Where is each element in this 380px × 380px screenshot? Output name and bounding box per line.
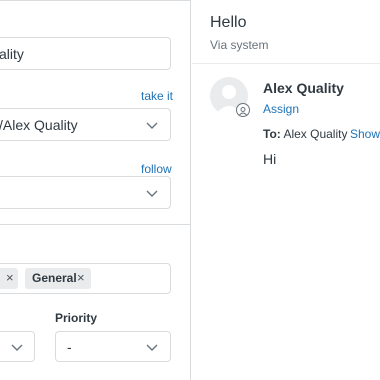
assignee-value: /Alex Quality — [0, 117, 78, 133]
conversation-divider — [192, 63, 380, 64]
requester-value: ality — [0, 46, 24, 62]
take-it-link[interactable]: take it — [141, 89, 173, 103]
requester-field[interactable]: ality — [0, 37, 171, 70]
followers-select[interactable] — [0, 176, 171, 209]
recipient-line: To: Alex Quality — [263, 127, 347, 141]
follow-link[interactable]: follow — [141, 162, 172, 176]
show-recipients-link[interactable]: Show — [350, 127, 380, 141]
comment-author[interactable]: Alex Quality — [263, 80, 344, 96]
ticket-properties-panel: ality take it /Alex Quality follow × Gen… — [0, 0, 191, 380]
assignee-select[interactable]: /Alex Quality — [0, 108, 171, 141]
chevron-down-icon — [10, 340, 24, 354]
to-label: To: — [263, 127, 281, 141]
priority-value: - — [67, 339, 72, 355]
top-divider — [0, 0, 190, 1]
assign-link[interactable]: Assign — [263, 102, 299, 116]
ticket-subject: Hello — [210, 14, 247, 31]
agent-badge-icon — [236, 103, 250, 117]
chevron-down-icon — [145, 340, 159, 354]
type-select[interactable] — [0, 331, 35, 362]
close-icon[interactable]: × — [77, 270, 85, 285]
chevron-down-icon — [145, 118, 159, 132]
priority-label: Priority — [55, 311, 98, 325]
section-divider — [0, 224, 190, 225]
tag-chip-general: General × — [25, 268, 91, 289]
close-icon[interactable]: × — [6, 270, 14, 285]
comment-body: Hi — [263, 151, 277, 167]
chevron-down-icon — [145, 186, 159, 200]
ticket-channel: Via system — [210, 38, 269, 52]
recipient-value: Alex Quality — [280, 127, 348, 141]
tag-chip: × — [0, 268, 18, 289]
conversation-panel: Hello Via system Alex Quality Assign To:… — [192, 0, 380, 380]
priority-select[interactable]: - — [55, 331, 171, 362]
tag-label: General — [32, 271, 77, 285]
